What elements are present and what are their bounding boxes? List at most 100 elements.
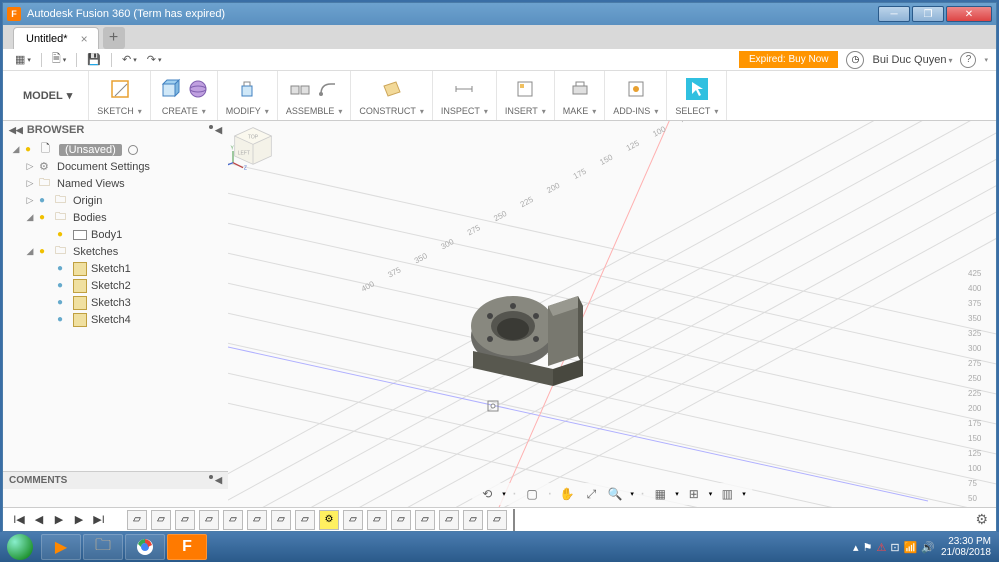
timeline-feature[interactable]: ▱: [439, 510, 459, 530]
timeline-start-button[interactable]: I◀: [11, 512, 27, 528]
taskbar-app-chrome[interactable]: [125, 534, 165, 560]
box-icon[interactable]: [159, 78, 181, 100]
sketch-icon[interactable]: [109, 78, 131, 100]
timeline-feature[interactable]: ▱: [367, 510, 387, 530]
ribbon-label[interactable]: MODIFY: [226, 104, 269, 118]
sphere-icon[interactable]: [187, 78, 209, 100]
timeline-settings-button[interactable]: ⚙: [975, 511, 988, 528]
tray-expand-icon[interactable]: ▴: [853, 541, 859, 554]
timeline-end-button[interactable]: ▶I: [91, 512, 107, 528]
tray-clock[interactable]: 23:30 PM 21/08/2018: [941, 536, 991, 558]
ribbon-label[interactable]: SKETCH: [97, 104, 142, 118]
timeline-marker[interactable]: [513, 509, 515, 531]
print-icon[interactable]: [569, 78, 591, 100]
timeline-feature[interactable]: ▱: [271, 510, 291, 530]
ribbon-label[interactable]: CONSTRUCT: [359, 104, 424, 118]
timeline-feature[interactable]: ▱: [175, 510, 195, 530]
tray-shield-icon[interactable]: ⚠: [876, 541, 886, 554]
viewcube[interactable]: TOP LEFT Y Z: [228, 121, 278, 171]
file-menu-button[interactable]: 🗎▾: [48, 50, 70, 69]
timeline-feature[interactable]: ▱: [247, 510, 267, 530]
tree-item-sketches[interactable]: ◢●🗀 Sketches: [7, 243, 224, 260]
orbit-button[interactable]: ⟲: [478, 485, 496, 503]
tree-item-origin[interactable]: ▷●🗀 Origin: [7, 192, 224, 209]
viewport-layout-button[interactable]: ▥: [718, 485, 736, 503]
timeline-play-button[interactable]: ▶: [51, 512, 67, 528]
user-menu[interactable]: Bui Duc Quyen: [872, 54, 952, 66]
tree-item-named-views[interactable]: ▷🗀 Named Views: [7, 175, 224, 192]
ribbon-label[interactable]: MAKE: [563, 104, 597, 118]
save-button[interactable]: 💾: [83, 53, 105, 66]
tree-item-body1[interactable]: ● Body1: [7, 226, 224, 243]
ribbon-label[interactable]: CREATE: [162, 104, 206, 118]
display-settings-button[interactable]: ▦: [651, 485, 669, 503]
timeline-next-button[interactable]: ▶: [71, 512, 87, 528]
look-at-button[interactable]: ▢: [523, 485, 541, 503]
workspace-switcher[interactable]: MODEL▾: [7, 71, 89, 120]
tray-network-icon[interactable]: ⊡: [890, 541, 899, 554]
timeline-feature[interactable]: ▱: [295, 510, 315, 530]
timeline-feature-active[interactable]: ⚙: [319, 510, 339, 530]
zoom-button[interactable]: ⤢: [582, 485, 600, 503]
joint-icon[interactable]: [317, 78, 339, 100]
undo-button[interactable]: ↶▾: [118, 53, 141, 66]
select-icon[interactable]: [686, 78, 708, 100]
expired-banner[interactable]: Expired: Buy Now: [739, 51, 838, 68]
svg-text:300: 300: [968, 344, 982, 353]
timeline-feature[interactable]: ▱: [199, 510, 219, 530]
tree-item-sketch1[interactable]: ● Sketch1: [7, 260, 224, 277]
document-tab[interactable]: Untitled* ×: [13, 27, 99, 49]
pan-button[interactable]: ✋: [558, 485, 576, 503]
ribbon-label[interactable]: INSERT: [505, 104, 546, 118]
ribbon-label[interactable]: INSPECT: [441, 104, 488, 118]
timeline-feature[interactable]: ▱: [223, 510, 243, 530]
window-minimize-button[interactable]: ─: [878, 6, 910, 22]
tray-icons[interactable]: ▴ ⚑ ⚠ ⊡ 📶 🔊: [853, 541, 935, 554]
data-panel-button[interactable]: ▦▾: [11, 53, 35, 66]
close-tab-icon[interactable]: ×: [81, 32, 88, 46]
tree-item-sketch4[interactable]: ● Sketch4: [7, 311, 224, 328]
timeline-feature[interactable]: ▱: [127, 510, 147, 530]
taskbar-app-fusion[interactable]: F: [167, 534, 207, 560]
tree-item-bodies[interactable]: ◢●🗀 Bodies: [7, 209, 224, 226]
job-status-icon[interactable]: ◷: [846, 51, 864, 69]
ribbon-group-construct: CONSTRUCT: [351, 71, 433, 120]
taskbar-app-explorer[interactable]: 🗀: [83, 534, 123, 560]
tray-wifi-icon[interactable]: 📶: [904, 541, 918, 554]
browser-header[interactable]: ◀◀ BROWSER ◀: [3, 121, 228, 139]
activate-radio[interactable]: [128, 145, 138, 155]
grid-settings-button[interactable]: ⊞: [685, 485, 703, 503]
press-pull-icon[interactable]: [236, 78, 258, 100]
addin-icon[interactable]: [625, 78, 647, 100]
window-close-button[interactable]: ✕: [946, 6, 992, 22]
start-button[interactable]: [0, 532, 40, 562]
viewport-3d[interactable]: 400375350 300275250 225200175 150125100 …: [228, 121, 996, 507]
measure-icon[interactable]: [453, 78, 475, 100]
help-button[interactable]: ?: [960, 52, 976, 68]
ribbon-label[interactable]: ASSEMBLE: [286, 104, 343, 118]
plane-icon[interactable]: [381, 78, 403, 100]
timeline-feature[interactable]: ▱: [151, 510, 171, 530]
fit-button[interactable]: 🔍: [606, 485, 624, 503]
tray-flag-icon[interactable]: ⚑: [863, 541, 873, 554]
tree-item-document-settings[interactable]: ▷⚙ Document Settings: [7, 158, 224, 175]
taskbar-app-media[interactable]: ▶: [41, 534, 81, 560]
tree-item-sketch3[interactable]: ● Sketch3: [7, 294, 224, 311]
redo-button[interactable]: ↷▾: [143, 53, 166, 66]
timeline-prev-button[interactable]: ◀: [31, 512, 47, 528]
ribbon-label[interactable]: SELECT: [675, 104, 718, 118]
ribbon-label[interactable]: ADD-INS: [613, 104, 658, 118]
timeline-feature[interactable]: ▱: [415, 510, 435, 530]
tree-item-sketch2[interactable]: ● Sketch2: [7, 277, 224, 294]
timeline-feature[interactable]: ▱: [343, 510, 363, 530]
timeline-feature[interactable]: ▱: [391, 510, 411, 530]
window-maximize-button[interactable]: ❐: [912, 6, 944, 22]
insert-icon[interactable]: [514, 78, 536, 100]
timeline-feature[interactable]: ▱: [487, 510, 507, 530]
tree-root[interactable]: ◢● 🗋 (Unsaved): [7, 141, 224, 158]
component-icon[interactable]: [289, 78, 311, 100]
comments-panel-header[interactable]: COMMENTS ◀: [3, 471, 228, 489]
tray-volume-icon[interactable]: 🔊: [921, 541, 935, 554]
timeline-feature[interactable]: ▱: [463, 510, 483, 530]
new-tab-button[interactable]: +: [103, 27, 125, 49]
